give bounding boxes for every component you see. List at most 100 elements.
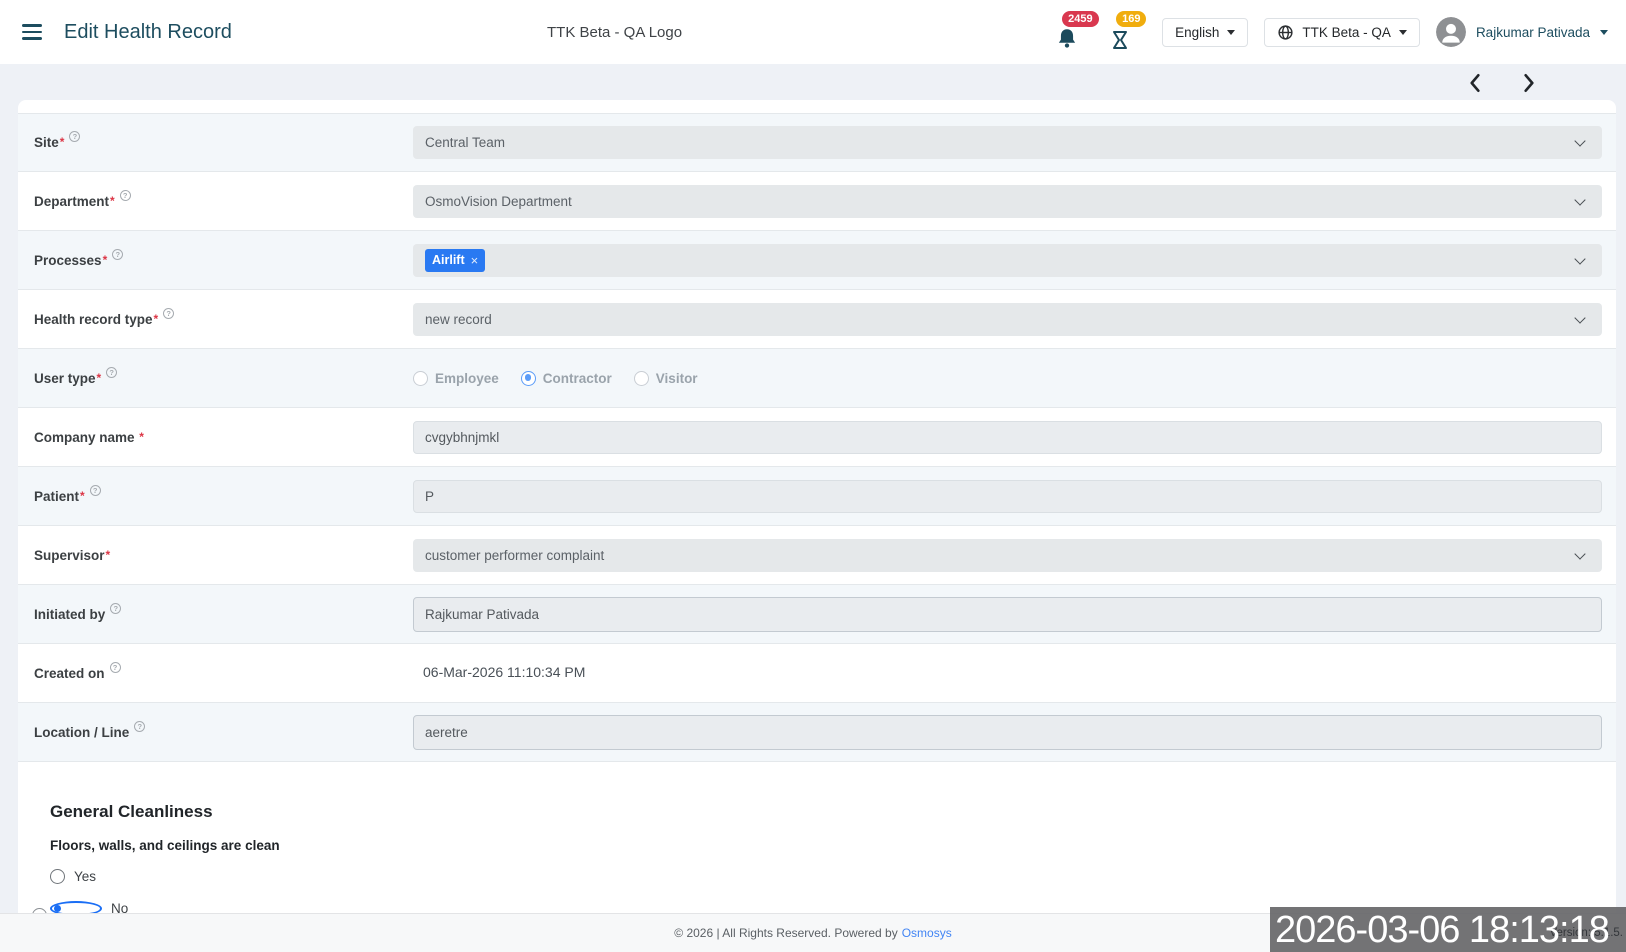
radio-label: Employee	[435, 370, 499, 386]
required-mark: *	[110, 193, 115, 208]
health-record-type-value: new record	[425, 311, 492, 327]
field-label: Initiated by	[34, 606, 106, 622]
user-menu[interactable]: Rajkumar Pativada	[1435, 17, 1608, 47]
field-row-user-type: User type*? Employee Contractor Visitor	[18, 349, 1616, 408]
timestamp-overlay: Version: 5.1.5. 2026-03-06 18:13:18	[1270, 907, 1626, 952]
help-icon[interactable]: ?	[134, 720, 146, 732]
field-row-supervisor: Supervisor* customer performer complaint	[18, 526, 1616, 585]
notifications-bell-button[interactable]: 2459	[1054, 10, 1099, 54]
field-row-location-line: Location / Line?	[18, 703, 1616, 762]
field-row-initiated-by: Initiated by?	[18, 585, 1616, 644]
user-type-visitor-radio[interactable]: Visitor	[633, 370, 698, 386]
help-icon[interactable]: ?	[89, 484, 101, 496]
chevron-down-icon	[1398, 30, 1407, 35]
tenant-selected: TTK Beta - QA	[1302, 24, 1391, 40]
required-mark: *	[80, 488, 85, 503]
field-label: Department	[34, 193, 110, 209]
language-selected: English	[1175, 24, 1220, 40]
help-icon[interactable]: ?	[69, 131, 81, 142]
chevron-down-icon	[1574, 193, 1586, 206]
chevron-down-icon	[1227, 30, 1236, 35]
patient-input[interactable]	[413, 479, 1602, 513]
company-name-input[interactable]	[413, 420, 1602, 454]
prev-record-button[interactable]	[1462, 70, 1488, 96]
radio-label: Visitor	[655, 370, 698, 386]
page-title: Edit Health Record	[64, 20, 232, 43]
field-label: User type	[34, 370, 96, 386]
field-row-created-on: Created on? 06-Mar-2026 11:10:34 PM	[18, 644, 1616, 703]
field-row-patient: Patient*?	[18, 467, 1616, 526]
cleanliness-yes-radio[interactable]: Yes	[50, 868, 1616, 885]
required-mark: *	[96, 370, 102, 385]
radio-selected-icon	[520, 370, 536, 386]
general-cleanliness-section: General Cleanliness Floors, walls, and c…	[18, 762, 1616, 917]
remove-chip-icon[interactable]: ×	[471, 253, 479, 268]
site-select[interactable]: Central Team	[413, 126, 1602, 159]
app-logo: TTK Beta - QA Logo	[547, 24, 683, 41]
hourglass-icon	[1113, 31, 1128, 49]
site-value: Central Team	[425, 135, 506, 150]
radio-label: Yes	[74, 869, 97, 884]
initiated-by-input[interactable]	[413, 596, 1602, 632]
health-record-type-select[interactable]: new record	[413, 302, 1602, 336]
chevron-down-icon	[1574, 311, 1586, 324]
user-type-employee-radio[interactable]: Employee	[413, 370, 499, 386]
chevron-down-icon	[1574, 547, 1586, 560]
page: Edit Health Record TTK Beta - QA Logo 24…	[0, 0, 1626, 952]
location-line-input[interactable]	[413, 714, 1602, 750]
field-label: Location / Line	[34, 724, 130, 740]
required-mark: *	[153, 311, 159, 326]
tenant-dropdown[interactable]: TTK Beta - QA	[1264, 17, 1420, 47]
processes-multiselect[interactable]: Airlift ×	[413, 243, 1602, 277]
bell-icon	[1059, 29, 1076, 48]
field-label: Company name	[34, 429, 135, 445]
menu-icon[interactable]	[18, 20, 46, 44]
copyright-text: © 2026 | All Rights Reserved. Powered by	[674, 926, 898, 940]
user-type-contractor-radio[interactable]: Contractor	[520, 370, 612, 386]
pending-tasks-button[interactable]: 169	[1108, 10, 1147, 54]
help-icon[interactable]: ?	[109, 661, 121, 673]
globe-icon	[1278, 24, 1293, 40]
radio-label: Contractor	[542, 370, 612, 386]
app-header: Edit Health Record TTK Beta - QA Logo 24…	[0, 0, 1626, 64]
created-on-value: 06-Mar-2026 11:10:34 PM	[423, 664, 586, 680]
department-select[interactable]: OsmoVision Department	[413, 184, 1602, 218]
language-dropdown[interactable]: English	[1162, 17, 1249, 47]
required-mark: *	[105, 547, 111, 562]
radio-icon	[413, 370, 428, 386]
field-row-department: Department*? OsmoVision Department	[18, 172, 1616, 231]
next-record-button[interactable]	[1516, 70, 1542, 96]
field-label: Patient	[34, 488, 80, 504]
section-question: Floors, walls, and ceilings are clean	[50, 838, 280, 853]
required-mark: *	[102, 252, 108, 267]
field-row-site: Site*? Central Team	[18, 113, 1616, 172]
process-chip[interactable]: Airlift ×	[425, 248, 486, 272]
help-icon[interactable]: ?	[106, 366, 118, 378]
chevron-right-icon	[1524, 73, 1534, 93]
field-label: Health record type	[34, 311, 153, 327]
supervisor-select[interactable]: customer performer complaint	[413, 538, 1602, 572]
field-label: Site	[34, 135, 59, 150]
user-name: Rajkumar Pativada	[1475, 24, 1590, 40]
required-mark: *	[59, 135, 65, 149]
field-row-company-name: Company name *	[18, 408, 1616, 467]
help-icon[interactable]: ?	[119, 189, 131, 201]
notification-count-badge: 2459	[1062, 11, 1099, 27]
department-value: OsmoVision Department	[425, 193, 572, 209]
timestamp-text: 2026-03-06 18:13:18	[1275, 909, 1610, 951]
osmosys-link[interactable]: Osmosys	[902, 926, 952, 940]
chevron-down-icon	[1600, 30, 1608, 35]
radio-icon	[633, 370, 649, 386]
help-icon[interactable]: ?	[163, 307, 175, 319]
radio-icon	[50, 869, 65, 884]
supervisor-value: customer performer complaint	[425, 547, 605, 563]
section-title: General Cleanliness	[50, 802, 213, 821]
help-icon[interactable]: ?	[110, 602, 122, 614]
field-label: Created on	[34, 665, 105, 681]
help-icon[interactable]: ?	[112, 248, 124, 260]
avatar	[1435, 17, 1466, 47]
person-icon	[1435, 17, 1466, 47]
form-card: Site*? Central Team Department*? OsmoVis…	[18, 100, 1616, 952]
chevron-down-icon	[1574, 135, 1586, 147]
chevron-left-icon	[1470, 73, 1480, 93]
